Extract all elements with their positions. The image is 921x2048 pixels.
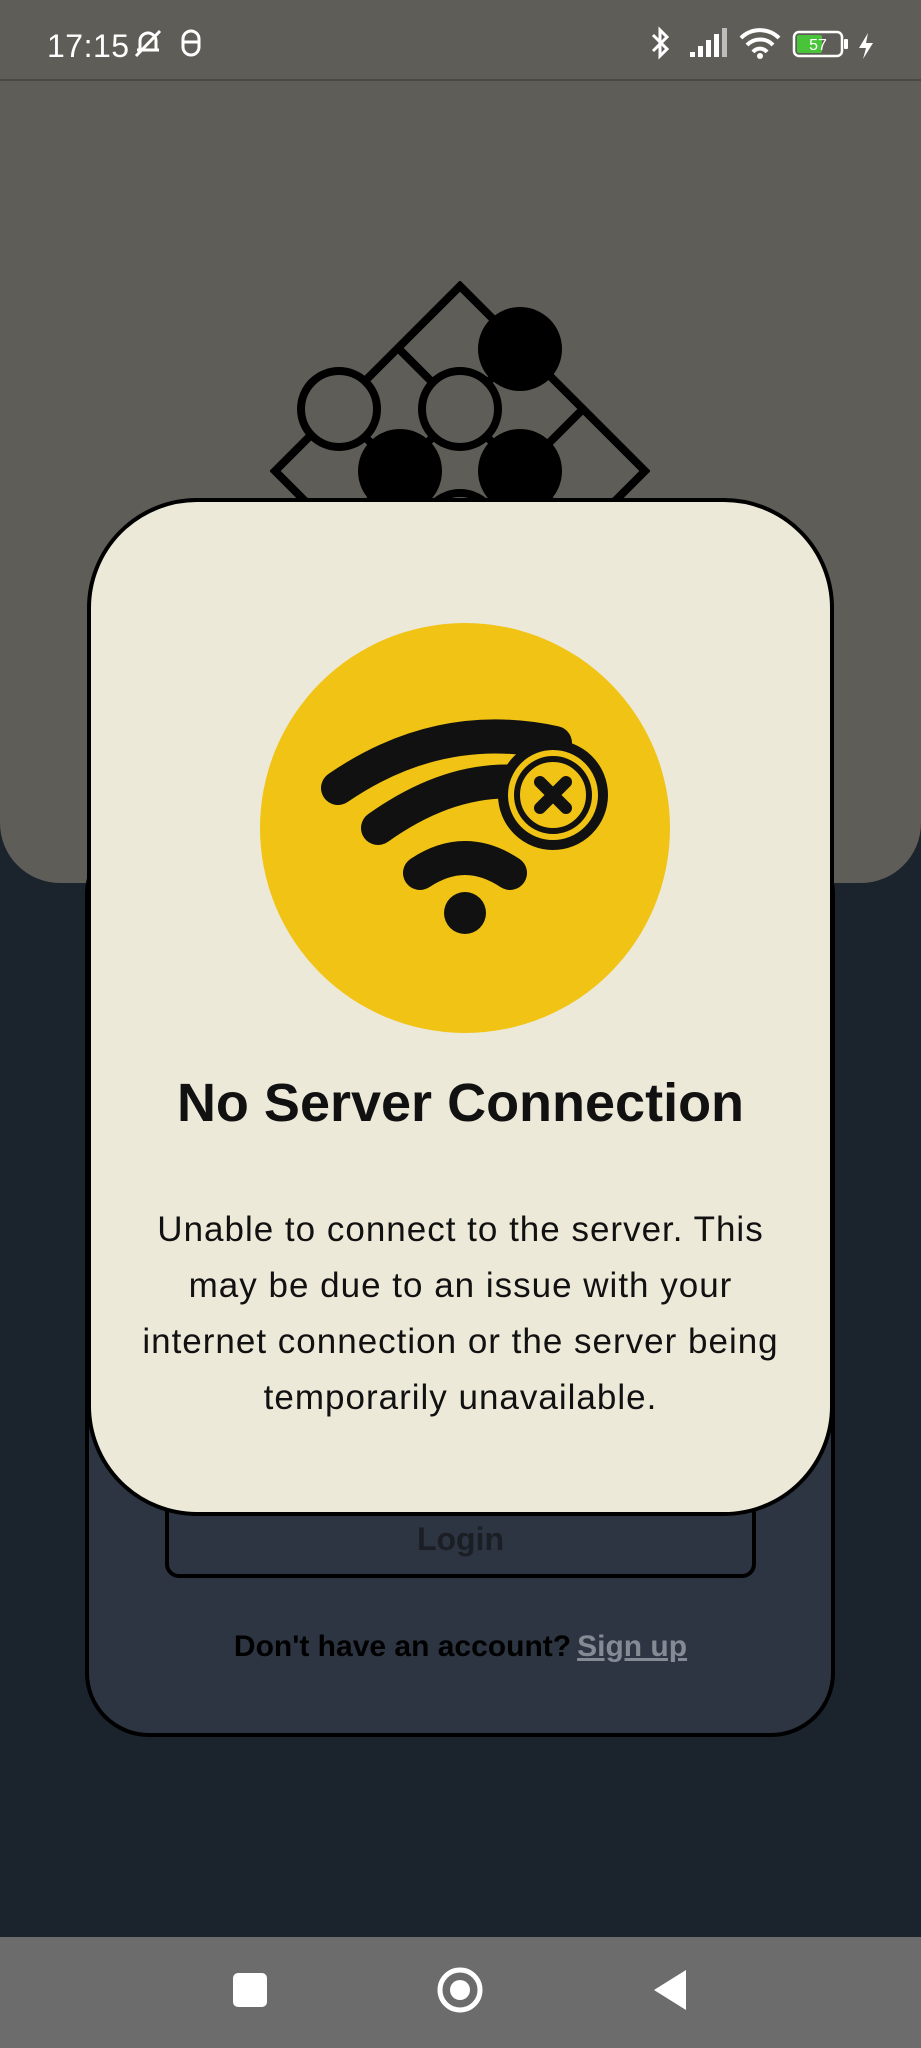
status-time: 17:15 (47, 28, 130, 64)
navigation-bar (0, 1937, 921, 2048)
signup-prompt: Don't have an account? (233, 1630, 572, 1663)
dialog-message: Unable to connect to the server. This ma… (142, 1210, 779, 1417)
signal-icon (688, 26, 728, 65)
no-connection-dialog: No Server Connection Unable to connect t… (87, 498, 834, 1516)
home-button[interactable] (420, 1937, 500, 2048)
battery-level: 57 (809, 37, 827, 54)
signup-link[interactable]: Sign up (577, 1630, 687, 1663)
charging-icon (856, 32, 876, 65)
square-icon (232, 1972, 268, 2013)
login-button-label: Login (416, 1520, 505, 1557)
bluetooth-icon (645, 26, 677, 65)
recents-button[interactable] (210, 1937, 290, 2048)
muted-bell-icon (131, 26, 165, 65)
mouse-icon (180, 26, 202, 65)
battery-icon: 57 (792, 30, 850, 63)
dialog-title: No Server Connection (176, 1073, 745, 1133)
wifi-off-icon (260, 623, 670, 1033)
signup-row: Don't have an account? Sign up (0, 1630, 921, 1664)
triangle-back-icon (650, 1968, 690, 2017)
status-bar: 17:15 57 (0, 0, 921, 79)
circle-icon (435, 1965, 485, 2020)
back-button[interactable] (630, 1937, 710, 2048)
wifi-icon (738, 26, 782, 65)
